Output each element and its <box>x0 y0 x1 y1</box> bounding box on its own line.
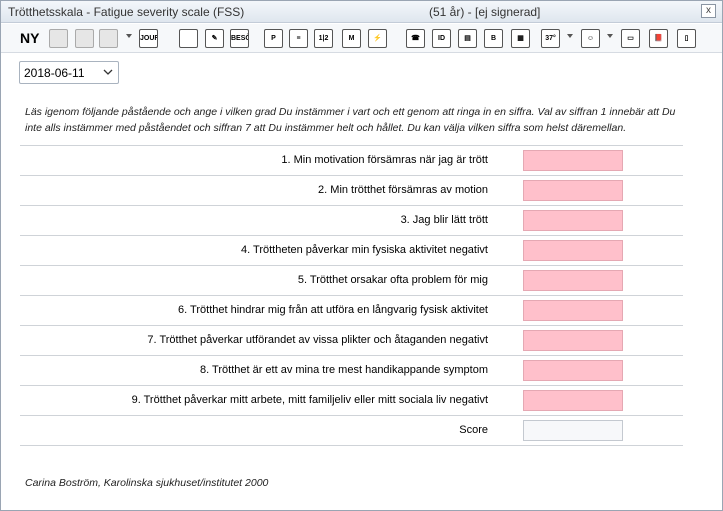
question-row: 5. Trötthet orsakar ofta problem för mig <box>20 265 683 295</box>
divider <box>20 445 683 446</box>
dropdown-arrow-icon[interactable] <box>607 34 613 38</box>
question-row: 3. Jag blir lätt trött <box>20 205 683 235</box>
dropdown-arrow-icon[interactable] <box>126 34 132 38</box>
question-label: 1. Min motivation försämras när jag är t… <box>281 154 488 166</box>
lightning-icon[interactable]: ⚡ <box>368 29 387 48</box>
window-title: Trötthetsskala - Fatigue severity scale … <box>8 5 245 19</box>
footer-credit: Carina Boström, Karolinska sjukhuset/ins… <box>25 477 269 489</box>
calendar-icon[interactable]: 1|2 <box>314 29 333 48</box>
id-icon[interactable]: ID <box>432 29 451 48</box>
date-value: 2018-06-11 <box>24 66 85 80</box>
visit-icon[interactable]: BESÖK <box>230 29 249 48</box>
question-label: 6. Trötthet hindrar mig från att utföra … <box>178 304 488 316</box>
question-answer-field[interactable] <box>523 360 623 381</box>
b-icon[interactable]: B <box>484 29 503 48</box>
chevron-down-icon <box>103 69 113 75</box>
window-subtitle: (51 år) - [ej signerad] <box>429 5 541 19</box>
score-row: Score <box>20 415 683 445</box>
question-label: 7. Trötthet påverkar utförandet av vissa… <box>147 334 488 346</box>
question-label: 2. Min trötthet försämras av motion <box>318 184 488 196</box>
title-bar: Trötthetsskala - Fatigue severity scale … <box>1 1 722 23</box>
settings-gray-icon[interactable] <box>75 29 94 48</box>
m-icon[interactable]: M <box>342 29 361 48</box>
question-answer-field[interactable] <box>523 390 623 411</box>
question-label: 8. Trötthet är ett av mina tre mest hand… <box>200 364 488 376</box>
p-icon[interactable]: P <box>264 29 283 48</box>
notes-icon[interactable]: ≡ <box>289 29 308 48</box>
question-label: 3. Jag blir lätt trött <box>400 214 488 226</box>
dropdown-arrow-icon[interactable] <box>567 34 573 38</box>
question-answer-field[interactable] <box>523 330 623 351</box>
scanner-icon[interactable]: ▭ <box>621 29 640 48</box>
disabled-icon[interactable] <box>49 29 68 48</box>
book-icon[interactable]: 📕 <box>649 29 668 48</box>
question-answer-field[interactable] <box>523 300 623 321</box>
device-icon[interactable]: ▯ <box>677 29 696 48</box>
map-icon[interactable]: ▦ <box>511 29 530 48</box>
question-label: 5. Trötthet orsakar ofta problem för mig <box>297 274 488 286</box>
date-select[interactable]: 2018-06-11 <box>19 61 119 84</box>
edit-icon[interactable]: ✎ <box>205 29 224 48</box>
question-answer-field[interactable] <box>523 180 623 201</box>
journal-icon[interactable]: JOUR <box>139 29 158 48</box>
question-row: 8. Trötthet är ett av mina tre mest hand… <box>20 355 683 385</box>
question-answer-field[interactable] <box>523 240 623 261</box>
group-icon[interactable]: ☺ <box>581 29 600 48</box>
question-row: 1. Min motivation försämras när jag är t… <box>20 145 683 175</box>
thermometer-icon[interactable]: 37° <box>541 29 560 48</box>
question-row: 7. Trötthet påverkar utförandet av vissa… <box>20 325 683 355</box>
question-label: 4. Tröttheten påverkar min fysiska aktiv… <box>240 244 488 256</box>
close-button[interactable]: x <box>701 4 716 18</box>
question-label: 9. Trötthet påverkar mitt arbete, mitt f… <box>131 394 488 406</box>
fss-window: Trötthetsskala - Fatigue severity scale … <box>0 0 723 511</box>
toolbar: NY JOUR ✎ BESÖK P ≡ 1|2 M ⚡ ☎ ID ▤ B ▦ 37° ☺ ▭ 📕 ▯ <box>1 24 722 53</box>
question-answer-field[interactable] <box>523 270 623 291</box>
question-row: 2. Min trötthet försämras av motion <box>20 175 683 205</box>
question-row: 9. Trötthet påverkar mitt arbete, mitt f… <box>20 385 683 415</box>
score-label: Score <box>459 424 488 436</box>
question-answer-field[interactable] <box>523 150 623 171</box>
card-icon[interactable]: ▤ <box>458 29 477 48</box>
question-row: 4. Tröttheten påverkar min fysiska aktiv… <box>20 235 683 265</box>
question-answer-field[interactable] <box>523 210 623 231</box>
instructions-text: Läs igenom följande påstående och ange i… <box>25 106 676 134</box>
phone-icon[interactable]: ☎ <box>406 29 425 48</box>
new-button[interactable]: NY <box>20 30 39 46</box>
briefcase-icon[interactable] <box>179 29 198 48</box>
score-field <box>523 420 623 441</box>
save-icon[interactable] <box>99 29 118 48</box>
question-row: 6. Trötthet hindrar mig från att utföra … <box>20 295 683 325</box>
